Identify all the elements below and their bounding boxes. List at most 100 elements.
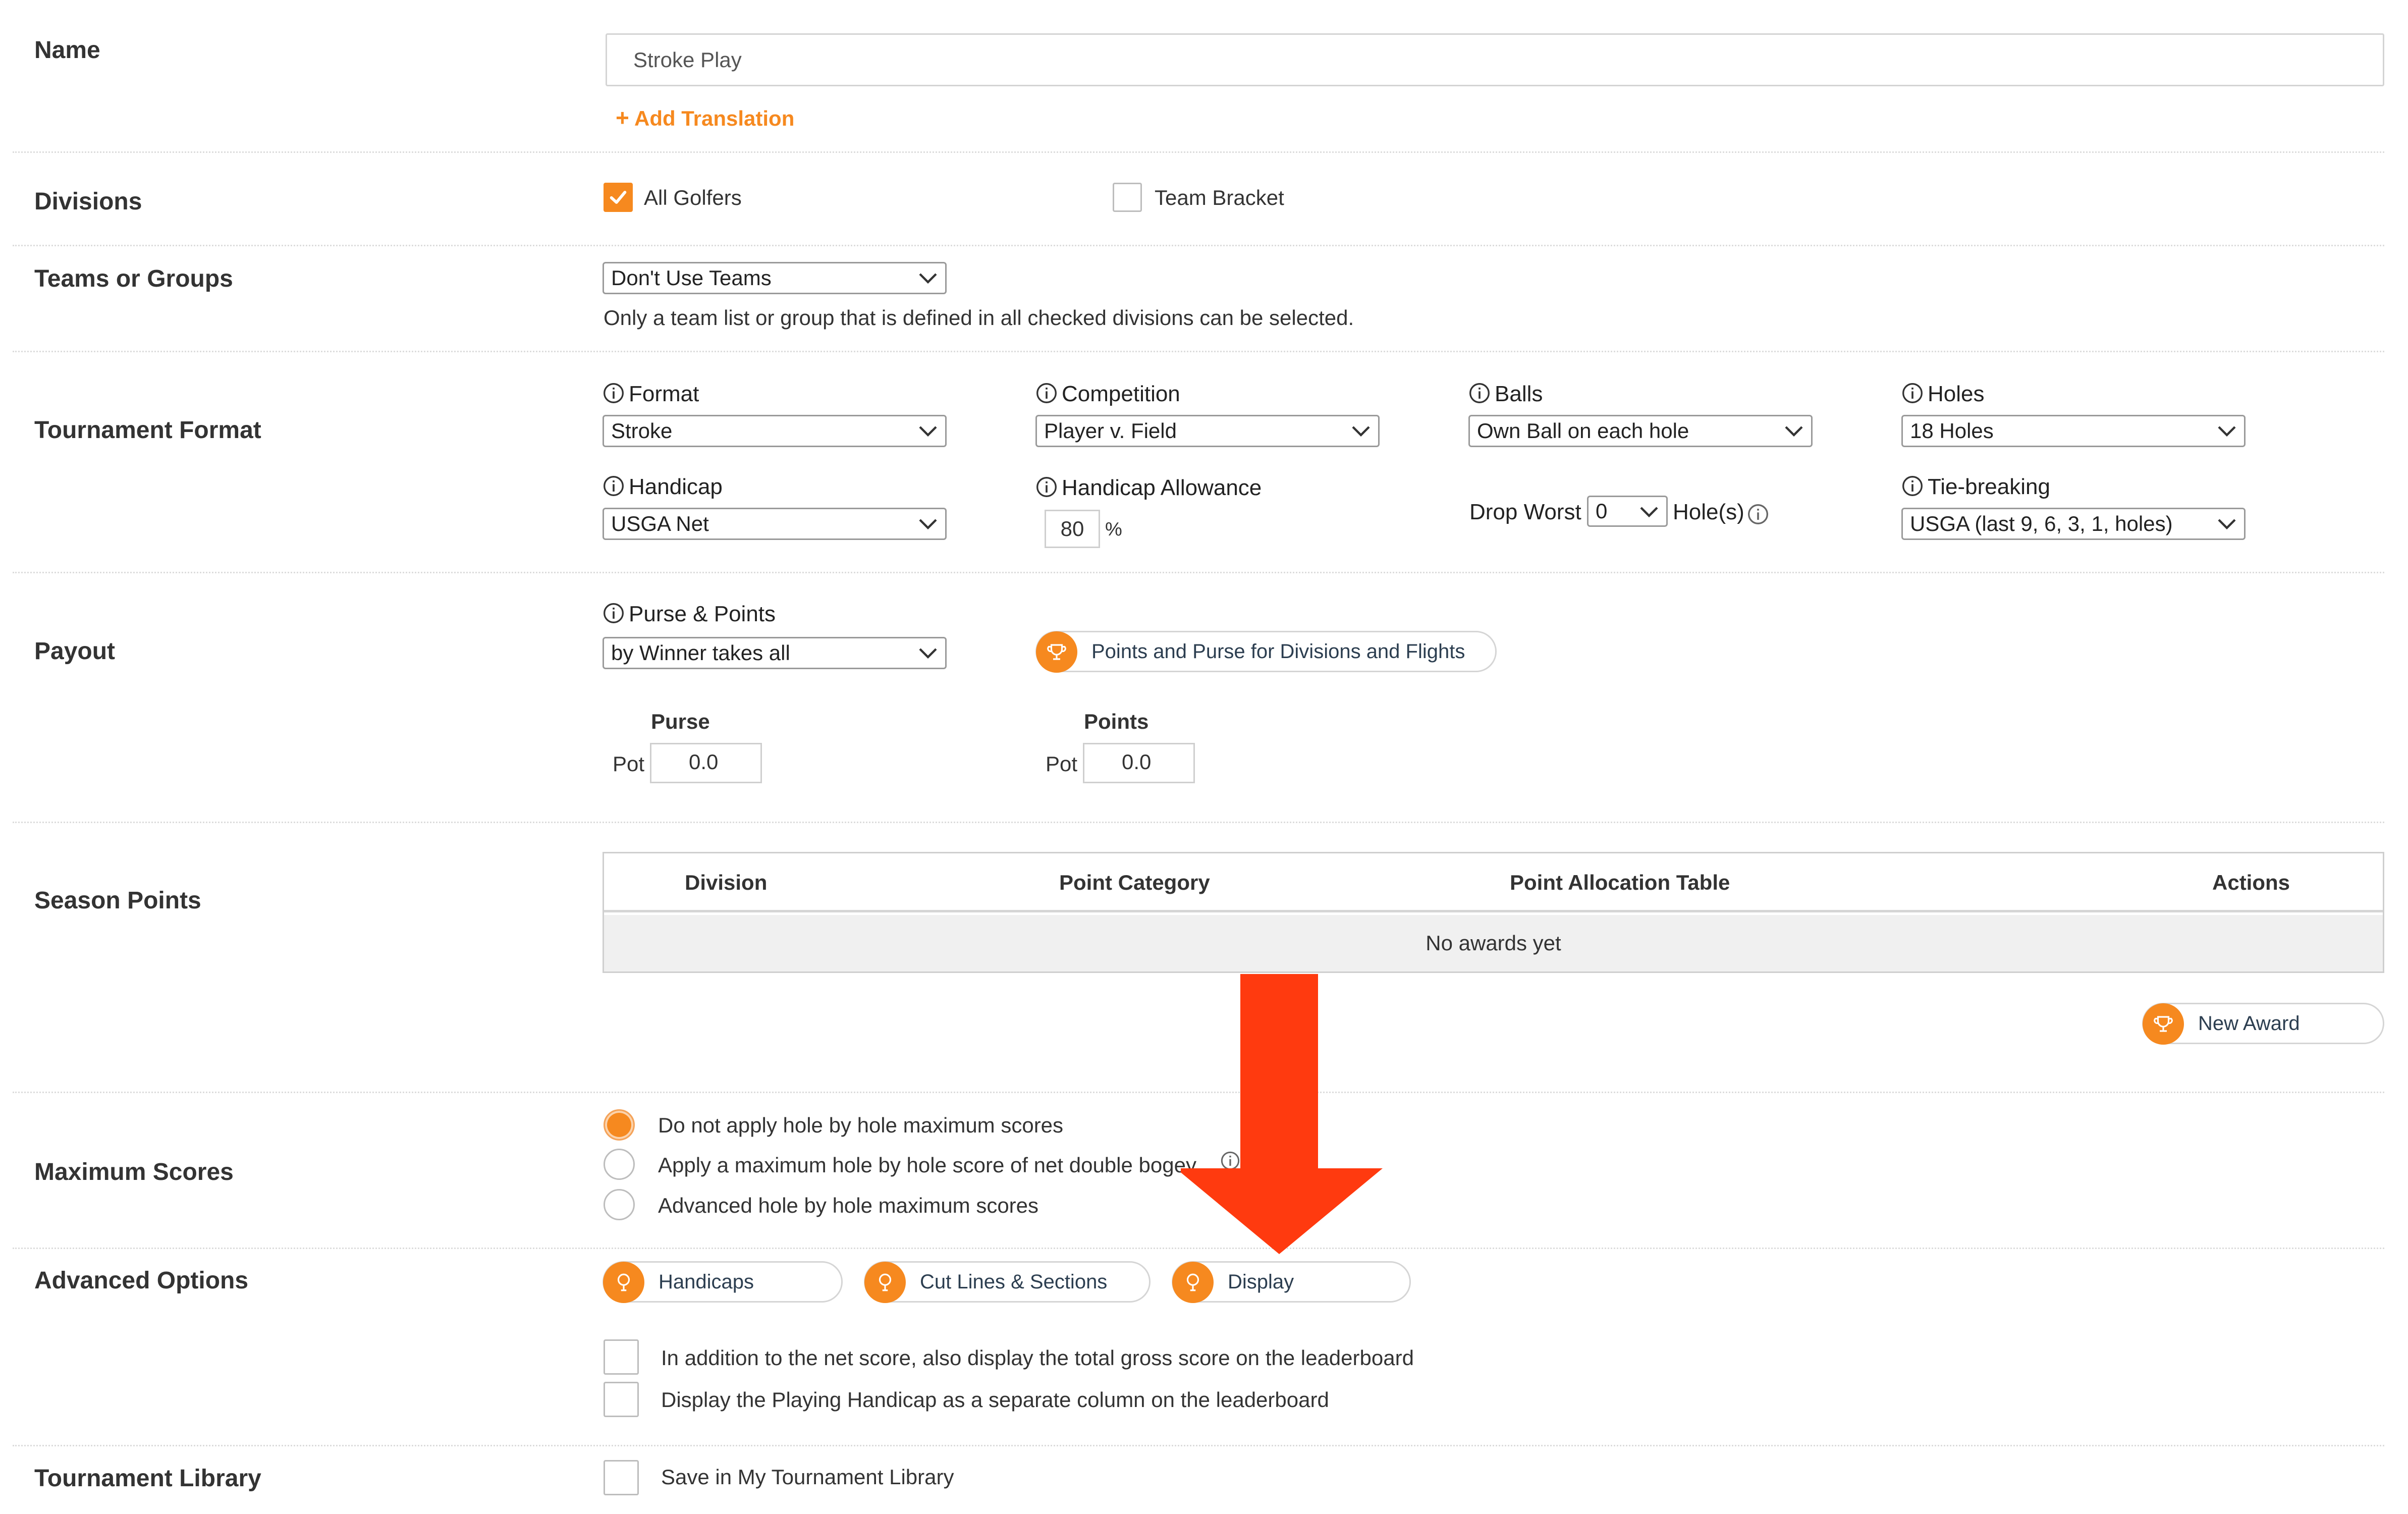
column-division: Division xyxy=(685,871,768,894)
info-icon[interactable] xyxy=(1747,503,1769,525)
arrow-down-icon xyxy=(1181,974,1383,1254)
competition-select-value: Player v. Field xyxy=(1044,419,1177,443)
handicap-select[interactable]: USGA Net xyxy=(603,508,947,540)
trophy-icon xyxy=(2143,1003,2184,1045)
label-season: Season Points xyxy=(34,887,201,914)
chevron-down-icon xyxy=(1785,426,1803,437)
trophy-icon xyxy=(1036,631,1077,673)
points-pot-label: Pot xyxy=(1046,752,1078,776)
max-score-radio-double-bogey[interactable] xyxy=(604,1149,635,1180)
balls-select[interactable]: Own Ball on each hole xyxy=(1468,415,1813,447)
chevron-down-icon xyxy=(919,648,937,659)
divider xyxy=(13,151,2384,153)
golf-ball-icon xyxy=(1172,1262,1214,1303)
divisions-flights-button[interactable]: Points and Purse for Divisions and Fligh… xyxy=(1035,631,1497,673)
drop-worst-suffix: Hole(s) xyxy=(1673,500,1744,524)
purse-points-field-label: Purse & Points xyxy=(603,602,776,627)
label-name: Name xyxy=(34,37,100,64)
info-icon[interactable] xyxy=(1035,382,1058,404)
tiebreak-select-value: USGA (last 9, 6, 3, 1, holes) xyxy=(1910,512,2173,535)
chevron-down-icon xyxy=(919,273,937,284)
allowance-unit: % xyxy=(1105,519,1122,540)
label-advanced: Advanced Options xyxy=(34,1267,249,1294)
teams-select[interactable]: Don't Use Teams xyxy=(603,262,947,294)
add-translation-label: Add Translation xyxy=(634,106,795,130)
drop-worst-label: Drop Worst xyxy=(1469,500,1581,524)
holes-select-value: 18 Holes xyxy=(1910,419,1994,443)
chevron-down-icon xyxy=(1640,507,1658,518)
max-score-radio-advanced[interactable] xyxy=(604,1189,635,1220)
name-input[interactable]: Stroke Play xyxy=(606,33,2384,86)
divider xyxy=(13,822,2384,823)
display-label: Display xyxy=(1228,1271,1294,1293)
max-score-option-advanced: Advanced hole by hole maximum scores xyxy=(658,1194,1039,1217)
purse-pot-label: Pot xyxy=(613,752,645,776)
column-actions: Actions xyxy=(2212,871,2290,894)
max-score-option-double-bogey: Apply a maximum hole by hole score of ne… xyxy=(658,1153,1196,1177)
all-golfers-label: All Golfers xyxy=(644,186,742,209)
label-maxscores: Maximum Scores xyxy=(34,1159,234,1185)
chevron-down-icon xyxy=(2218,519,2236,530)
table-empty-row: No awards yet xyxy=(604,915,2383,971)
info-icon[interactable] xyxy=(603,602,625,624)
divider xyxy=(13,572,2384,573)
purse-points-select[interactable]: by Winner takes all xyxy=(603,637,947,669)
golf-ball-icon xyxy=(603,1262,644,1303)
playing-handicap-checkbox[interactable] xyxy=(604,1382,639,1417)
teams-help-text: Only a team list or group that is define… xyxy=(604,306,1354,330)
tiebreak-select[interactable]: USGA (last 9, 6, 3, 1, holes) xyxy=(1901,508,2246,540)
handicap-field-label: Handicap xyxy=(603,474,723,500)
points-pot-input[interactable]: 0.0 xyxy=(1083,743,1195,783)
purse-pot-input[interactable]: 0.0 xyxy=(650,743,762,783)
team-bracket-checkbox[interactable] xyxy=(1113,183,1142,212)
teams-select-value: Don't Use Teams xyxy=(611,266,772,290)
add-translation-link[interactable]: + Add Translation xyxy=(616,104,794,131)
playing-handicap-label: Display the Playing Handicap as a separa… xyxy=(661,1388,1329,1412)
label-format: Tournament Format xyxy=(34,417,261,444)
balls-select-value: Own Ball on each hole xyxy=(1477,419,1689,443)
divisions-flights-label: Points and Purse for Divisions and Fligh… xyxy=(1091,640,1465,663)
team-bracket-label: Team Bracket xyxy=(1155,186,1284,209)
format-field-label: Format xyxy=(603,382,699,407)
gross-score-checkbox[interactable] xyxy=(604,1339,639,1375)
handicap-select-value: USGA Net xyxy=(611,512,709,535)
info-icon[interactable] xyxy=(1035,476,1058,498)
new-award-label: New Award xyxy=(2198,1012,2300,1035)
drop-worst-select[interactable]: 0 xyxy=(1587,496,1668,527)
max-score-radio-none[interactable] xyxy=(604,1109,635,1141)
holes-select[interactable]: 18 Holes xyxy=(1901,415,2246,447)
cut-lines-button[interactable]: Cut Lines & Sections xyxy=(864,1261,1151,1303)
info-icon[interactable] xyxy=(1468,382,1491,404)
info-icon[interactable] xyxy=(1901,382,1924,404)
all-golfers-checkbox[interactable] xyxy=(604,183,633,212)
new-award-button[interactable]: New Award xyxy=(2142,1003,2384,1045)
competition-field-label: Competition xyxy=(1035,382,1180,407)
chevron-down-icon xyxy=(919,519,937,530)
label-divisions: Divisions xyxy=(34,188,142,215)
format-select[interactable]: Stroke xyxy=(603,415,947,447)
label-teams: Teams or Groups xyxy=(34,265,233,292)
allowance-input[interactable]: 80 xyxy=(1045,510,1100,548)
save-library-checkbox[interactable] xyxy=(604,1460,639,1495)
checkmark-icon xyxy=(610,191,627,204)
cut-lines-label: Cut Lines & Sections xyxy=(920,1271,1108,1293)
purse-points-select-value: by Winner takes all xyxy=(611,641,790,665)
column-point-allocation: Point Allocation Table xyxy=(1510,871,1730,894)
holes-field-label: Holes xyxy=(1901,382,1985,407)
display-button[interactable]: Display xyxy=(1172,1261,1411,1303)
drop-worst-select-value: 0 xyxy=(1596,499,1608,523)
label-library: Tournament Library xyxy=(34,1465,261,1492)
name-input-value: Stroke Play xyxy=(633,48,742,72)
info-icon[interactable] xyxy=(603,475,625,497)
handicaps-label: Handicaps xyxy=(659,1271,754,1293)
chevron-down-icon xyxy=(1352,426,1370,437)
handicaps-button[interactable]: Handicaps xyxy=(603,1261,843,1303)
info-icon[interactable] xyxy=(603,382,625,404)
competition-select[interactable]: Player v. Field xyxy=(1035,415,1380,447)
column-point-category: Point Category xyxy=(1059,871,1210,894)
golf-ball-icon xyxy=(864,1262,906,1303)
divider xyxy=(13,1445,2384,1446)
gross-score-label: In addition to the net score, also displ… xyxy=(661,1346,1414,1370)
info-icon[interactable] xyxy=(1901,475,1924,497)
tiebreak-field-label: Tie-breaking xyxy=(1901,474,2050,500)
